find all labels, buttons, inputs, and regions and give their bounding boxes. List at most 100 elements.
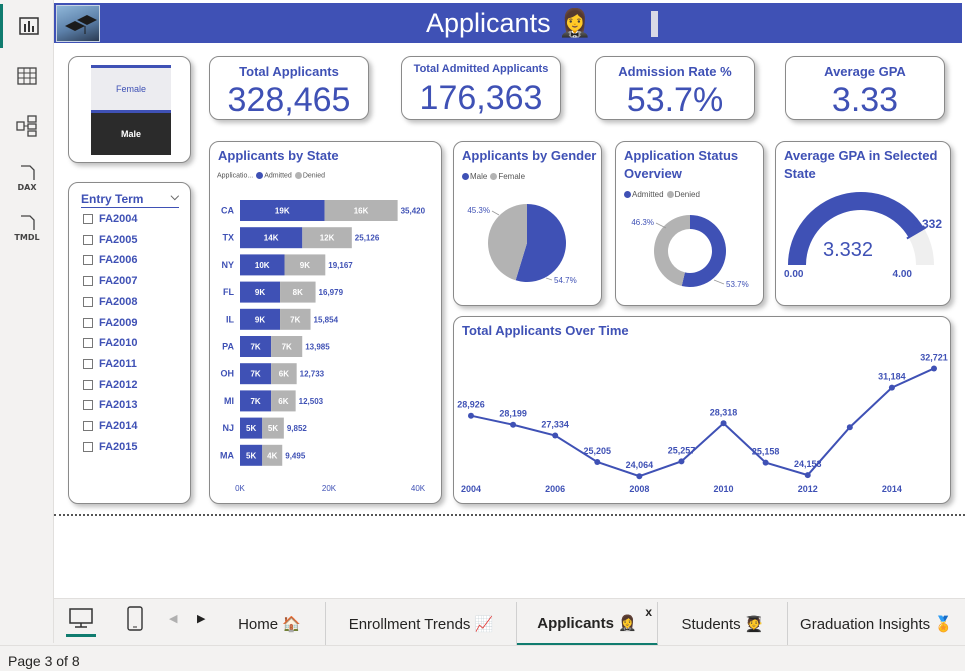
data-point <box>636 473 643 480</box>
table-view-button[interactable] <box>0 54 54 98</box>
kpi-average-gpa: Average GPA 3.33 <box>785 56 945 120</box>
total-label: 35,420 <box>401 207 426 216</box>
checkbox[interactable] <box>83 421 93 431</box>
checkbox[interactable] <box>83 214 93 224</box>
total-label: 19,167 <box>328 261 353 270</box>
data-label: 25,158 <box>752 447 780 457</box>
tab-label: Enrollment Trends 📈 <box>348 616 494 633</box>
tab-label: Home 🏠 <box>238 616 301 633</box>
tab-students[interactable]: Students 🧑‍🎓 <box>658 602 788 646</box>
page-tab-bar: ◀ ▶ Home 🏠 Enrollment Trends 📈 Applicant… <box>54 598 965 646</box>
checkbox[interactable] <box>83 234 93 245</box>
x-tick-label: 2004 <box>461 484 481 494</box>
slicer-item[interactable]: FA2006 <box>83 254 138 266</box>
data-label: 19K <box>275 207 290 216</box>
gender-pie-plot: 54.7% 45.3% <box>467 204 577 285</box>
graduation-caps-logo <box>56 5 100 42</box>
checkbox[interactable] <box>83 317 93 328</box>
kpi-label: Admission Rate % <box>618 64 732 79</box>
monitor-icon <box>69 608 93 628</box>
slicer-item-label: FA2014 <box>99 420 138 432</box>
slicer-item[interactable]: FA2007 <box>83 275 138 287</box>
category-label: IL <box>226 314 235 324</box>
bar-chart-icon <box>18 17 39 35</box>
slicer-item-label: FA2008 <box>99 295 138 308</box>
mobile-layout-button[interactable] <box>126 606 148 632</box>
data-point <box>720 420 727 427</box>
data-label: 25,257 <box>668 445 696 455</box>
slicer-item[interactable]: FA2009 <box>83 317 138 329</box>
gauge-min-label: 0.00 <box>784 269 804 280</box>
kpi-value: 328,465 <box>227 81 351 119</box>
slicer-item-label: FA2011 <box>99 357 137 370</box>
desktop-layout-button[interactable] <box>66 607 96 637</box>
applicants-by-gender-chart: Applicants by Gender Male Female 54.7% 45.… <box>453 141 602 306</box>
category-label: PA <box>222 342 234 352</box>
entry-term-slicer: Entry Term ⌵ FA2004 FA2005 FA2006 FA2007 FA2… <box>68 182 191 504</box>
slicer-item[interactable]: FA2005 <box>83 234 138 246</box>
category-label: CA <box>221 206 234 216</box>
gauge-max-label: 4.00 <box>893 269 913 280</box>
kpi-label: Average GPA <box>824 64 906 79</box>
checkbox[interactable] <box>83 255 93 266</box>
slicer-item[interactable]: FA2012 <box>83 379 138 391</box>
data-point <box>552 432 559 439</box>
dax-query-view-button[interactable]: DAX <box>0 154 54 198</box>
kpi-value: 176,363 <box>419 79 543 117</box>
male-button[interactable]: Male <box>91 110 171 155</box>
checkbox[interactable] <box>83 400 93 411</box>
data-label: 7K <box>250 370 260 379</box>
table-icon <box>17 67 37 85</box>
total-label: 12,503 <box>299 397 324 406</box>
leader-line <box>713 279 725 285</box>
scroll-left-icon[interactable]: ◀ <box>169 612 177 625</box>
slicer-item[interactable]: FA2010 <box>83 337 138 349</box>
leader-line <box>545 277 553 281</box>
checkbox[interactable] <box>83 338 93 349</box>
tmdl-view-button[interactable]: TMDL <box>0 204 54 248</box>
total-label: 12,733 <box>300 370 325 379</box>
slicer-item[interactable]: FA2015 <box>83 441 138 453</box>
scroll-right-icon[interactable]: ▶ <box>197 612 205 625</box>
slicer-item-label: FA2006 <box>99 254 138 267</box>
slicer-item[interactable]: FA2004 <box>83 213 138 225</box>
chevron-down-icon[interactable]: ⌵ <box>171 191 179 204</box>
x-tick-label: 2012 <box>798 484 818 494</box>
checkbox[interactable] <box>83 358 93 369</box>
gauge-target-label: 3.332 <box>912 217 942 231</box>
data-label: 7K <box>290 315 300 324</box>
checkbox[interactable] <box>83 276 93 287</box>
checkbox[interactable] <box>83 296 93 307</box>
model-icon <box>16 115 37 137</box>
slicer-item[interactable]: FA2011 <box>83 358 137 370</box>
checkbox[interactable] <box>83 379 93 390</box>
status-bar: Page 3 of 8 <box>0 645 965 671</box>
category-label: TX <box>222 233 234 243</box>
slicer-title: Entry Term <box>81 192 144 206</box>
dax-label: DAX <box>17 183 37 192</box>
female-button[interactable]: Female <box>91 65 171 110</box>
data-label: 10K <box>255 261 270 270</box>
tab-enrollment-trends[interactable]: Enrollment Trends 📈 <box>326 602 517 646</box>
data-label: 9K <box>255 315 265 324</box>
data-label: 16K <box>354 207 369 216</box>
close-tab-icon[interactable]: x <box>645 605 652 619</box>
slice-label: 45.3% <box>467 206 490 215</box>
slicer-header[interactable]: Entry Term ⌵ <box>81 191 179 208</box>
gauge-value: 3.332 <box>823 239 873 261</box>
graduation-cap-icon <box>65 15 97 34</box>
data-label: 28,318 <box>710 407 738 417</box>
tab-home[interactable]: Home 🏠 <box>214 602 326 646</box>
tab-applicants[interactable]: Applicants 🤵‍♀️ x <box>517 602 658 646</box>
slicer-item[interactable]: FA2008 <box>83 296 138 308</box>
slicer-item[interactable]: FA2014 <box>83 420 138 432</box>
data-point <box>762 459 769 466</box>
x-tick-label: 20K <box>322 484 337 493</box>
report-view-button[interactable] <box>0 4 54 48</box>
report-canvas: Applicants 🤵‍♀️ Female Male Total Applic… <box>54 0 965 598</box>
checkbox[interactable] <box>83 441 93 452</box>
slicer-item-label: FA2013 <box>99 399 138 412</box>
tab-graduation-insights[interactable]: Graduation Insights 🏅 <box>788 602 965 646</box>
model-view-button[interactable] <box>0 104 54 148</box>
slicer-item[interactable]: FA2013 <box>83 399 138 411</box>
